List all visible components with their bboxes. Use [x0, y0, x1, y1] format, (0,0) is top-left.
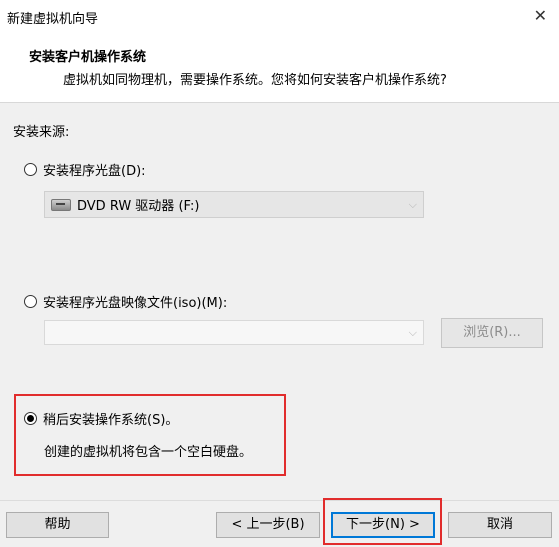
highlight-box: [14, 394, 286, 476]
radio-button[interactable]: [24, 295, 37, 308]
radio-button[interactable]: [24, 163, 37, 176]
radio-button-checked[interactable]: [24, 412, 37, 425]
install-source-label: 安装来源:: [13, 125, 70, 140]
help-button[interactable]: 帮助: [6, 512, 109, 538]
close-icon[interactable]: ✕: [534, 6, 547, 25]
drive-select-value: DVD RW 驱动器 (F:): [77, 199, 200, 214]
next-highlight-box: [323, 498, 442, 545]
install-later-label: 稍后安装操作系统(S)。: [43, 413, 179, 428]
chevron-down-icon[interactable]: ⌵: [409, 326, 417, 340]
window-title: 新建虚拟机向导: [7, 12, 99, 27]
wizard-header: 安装客户机操作系统 虚拟机如同物理机，需要操作系统。您将如何安装客户机操作系统?: [0, 34, 559, 103]
cancel-button[interactable]: 取消: [448, 512, 552, 538]
radio-installer-disc[interactable]: 安装程序光盘(D):: [24, 160, 146, 179]
installer-disc-label: 安装程序光盘(D):: [43, 164, 146, 179]
install-later-description: 创建的虚拟机将包含一个空白硬盘。: [44, 445, 253, 460]
chevron-down-icon: ⌵: [408, 197, 417, 211]
page-title: 安装客户机操作系统: [29, 50, 147, 65]
browse-button[interactable]: 浏览(R)...: [441, 318, 543, 348]
footer-divider: [0, 500, 559, 501]
iso-image-label: 安装程序光盘映像文件(iso)(M):: [43, 296, 228, 311]
radio-iso-image[interactable]: 安装程序光盘映像文件(iso)(M):: [24, 292, 227, 311]
iso-path-combo[interactable]: ⌵: [44, 320, 424, 345]
dvd-drive-icon: [51, 198, 71, 211]
drive-select[interactable]: DVD RW 驱动器 (F:) ⌵: [44, 191, 424, 218]
radio-install-later[interactable]: 稍后安装操作系统(S)。: [24, 409, 178, 428]
page-subtitle: 虚拟机如同物理机，需要操作系统。您将如何安装客户机操作系统?: [63, 73, 447, 88]
title-bar: 新建虚拟机向导 ✕: [0, 0, 559, 34]
back-button[interactable]: < 上一步(B): [216, 512, 320, 538]
